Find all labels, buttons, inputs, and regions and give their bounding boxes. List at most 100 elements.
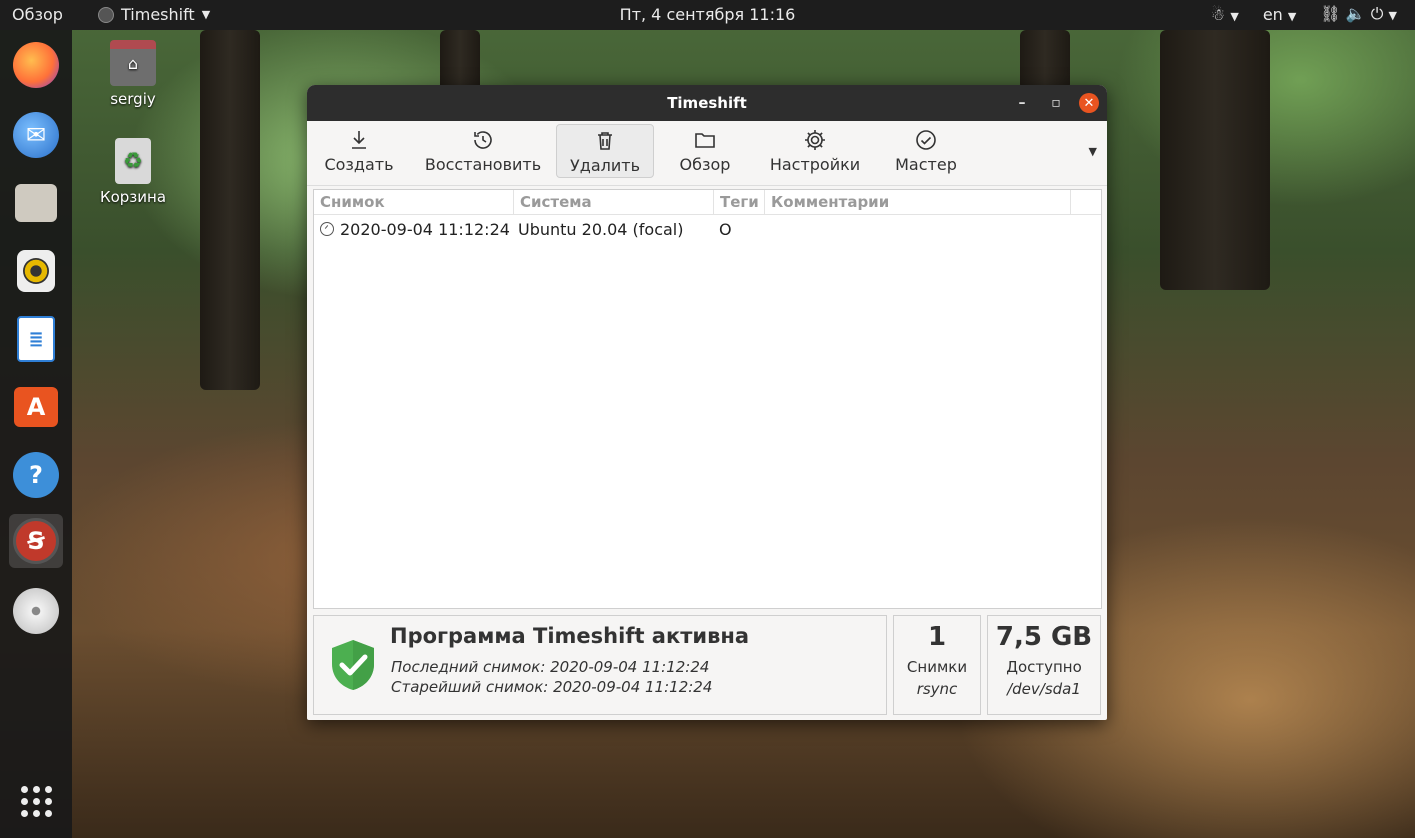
maximize-icon: ▫ [1051, 95, 1061, 111]
column-header-filler [1071, 190, 1101, 214]
dock-item-rhythmbox[interactable] [9, 244, 63, 298]
delete-button[interactable]: Удалить [556, 124, 654, 178]
dock-item-dvd[interactable] [9, 584, 63, 638]
column-header-comments[interactable]: Комментарии [765, 190, 1071, 214]
chevron-down-icon: ▼ [1230, 9, 1239, 23]
software-store-icon: A [14, 387, 58, 427]
chevron-down-icon: ▼ [1088, 145, 1097, 158]
network-icon: ⛓ [1320, 4, 1341, 23]
dock-item-help[interactable]: ? [9, 448, 63, 502]
files-icon [15, 184, 57, 222]
volume-icon: 🔈 [1345, 4, 1366, 23]
dvd-icon [13, 588, 59, 634]
snapshot-cell: 2020-09-04 11:12:24 [314, 215, 514, 245]
folder-icon [695, 133, 715, 148]
restore-button-label: Восстановить [424, 155, 542, 174]
keyboard-layout-menu[interactable]: en ▼ [1263, 5, 1297, 24]
system-tray: ☃ ▼ en ▼ ⛓ 🔈 ⏻ ▼ [1211, 4, 1397, 24]
close-button[interactable]: ✕ [1079, 93, 1099, 113]
settings-button-label: Настройки [769, 155, 861, 174]
gear-icon [805, 130, 825, 150]
desktop-home-label: sergiy [110, 90, 156, 108]
accessibility-menu[interactable]: ☃ ▼ [1211, 5, 1239, 24]
accessibility-icon: ☃ [1210, 4, 1226, 24]
snapshots-count-panel: 1 Снимки rsync [893, 615, 981, 715]
column-header-tags[interactable]: Теги [714, 190, 765, 214]
writer-icon: ≣ [17, 316, 55, 362]
clock-icon [320, 222, 334, 236]
delete-button-label: Удалить [570, 156, 640, 175]
snapshots-mode: rsync [916, 680, 958, 698]
top-bar: Обзор Timeshift ▼ Пт, 4 сентября 11:16 ☃… [0, 0, 1415, 30]
close-icon: ✕ [1083, 95, 1095, 111]
free-space-value: 7,5 GB [995, 622, 1093, 652]
snapshots-label: Снимки [906, 658, 968, 676]
snapshot-list: Снимок Система Теги Комментарии 2020-09-… [313, 189, 1102, 609]
dock-item-files[interactable] [9, 176, 63, 230]
tree-trunk [1160, 30, 1270, 290]
column-header-system[interactable]: Система [514, 190, 714, 214]
oldest-snapshot-text: Старейший снимок: 2020-09-04 11:12:24 [391, 678, 713, 696]
app-grid-icon [20, 785, 52, 817]
create-button[interactable]: Создать [319, 124, 399, 178]
minimize-button[interactable]: – [1011, 93, 1033, 113]
status-panel: Программа Timeshift активна Последний сн… [313, 615, 887, 715]
last-snapshot-text: Последний снимок: 2020-09-04 11:12:24 [391, 658, 710, 676]
chevron-down-icon: ▼ [1388, 9, 1397, 22]
free-space-device: /dev/sda1 [1007, 680, 1081, 698]
help-icon: ? [13, 452, 59, 498]
dock: ✉ ≣ A ? Ꞩ [0, 30, 72, 838]
thunderbird-icon: ✉ [13, 112, 59, 158]
minimize-icon: – [1018, 95, 1026, 111]
check-circle-icon [916, 130, 936, 150]
settings-button[interactable]: Настройки [767, 124, 863, 178]
snapshot-list-header: Снимок Система Теги Комментарии [314, 190, 1101, 215]
dock-item-software[interactable]: A [9, 380, 63, 434]
tree-trunk [1020, 30, 1070, 90]
column-header-snapshot[interactable]: Снимок [314, 190, 514, 214]
maximize-button[interactable]: ▫ [1045, 93, 1067, 113]
dock-item-firefox[interactable] [9, 38, 63, 92]
dock-item-timeshift[interactable]: Ꞩ [9, 514, 63, 568]
desktop-home-folder[interactable]: ⌂ sergiy [88, 40, 178, 108]
status-title: Программа Timeshift активна [390, 624, 750, 648]
browse-button[interactable]: Обзор [669, 124, 741, 178]
shield-check-icon [332, 640, 374, 690]
firefox-icon [13, 42, 59, 88]
chevron-down-icon: ▼ [1287, 9, 1297, 23]
window-title: Timeshift [667, 94, 747, 112]
trash-icon [598, 132, 612, 150]
tags-cell: O [719, 220, 732, 239]
window-titlebar[interactable]: Timeshift – ▫ ✕ [307, 85, 1107, 121]
wizard-button[interactable]: Мастер [887, 124, 965, 178]
show-applications-button[interactable] [9, 774, 63, 828]
system-menu[interactable]: ⛓ 🔈 ⏻ ▼ [1320, 4, 1397, 24]
trash-icon: ♻ [115, 138, 151, 184]
dock-item-thunderbird[interactable]: ✉ [9, 108, 63, 162]
create-button-label: Создать [324, 155, 394, 174]
timeshift-icon: Ꞩ [13, 518, 59, 564]
power-icon: ⏻ [1370, 4, 1384, 23]
desktop-trash-label: Корзина [99, 188, 167, 206]
wizard-button-label: Мастер [895, 155, 957, 174]
home-folder-icon: ⌂ [110, 40, 156, 86]
table-row[interactable]: 2020-09-04 11:12:24 Ubuntu 20.04 (focal)… [314, 215, 1101, 245]
desktop-trash[interactable]: ♻ Корзина [88, 138, 178, 206]
browse-button-label: Обзор [679, 155, 731, 174]
timeshift-window: Timeshift – ▫ ✕ Создать Восстановить Уда… [307, 85, 1107, 720]
tree-trunk [200, 30, 260, 390]
clock[interactable]: Пт, 4 сентября 11:16 [0, 5, 1415, 24]
dock-item-writer[interactable]: ≣ [9, 312, 63, 366]
rhythmbox-icon [17, 250, 55, 292]
toolbar: Создать Восстановить Удалить Обзор Настр… [307, 121, 1107, 186]
restore-button[interactable]: Восстановить [419, 124, 547, 178]
keyboard-layout-label: en [1262, 4, 1283, 24]
snapshot-date: 2020-09-04 11:12:24 [340, 220, 510, 239]
system-cell: Ubuntu 20.04 (focal) [518, 220, 684, 239]
download-icon [352, 131, 366, 149]
free-space-label: Доступно [1006, 658, 1082, 676]
toolbar-overflow-menu[interactable]: ▼ [1089, 145, 1097, 158]
snapshots-count: 1 [927, 622, 947, 652]
free-space-panel: 7,5 GB Доступно /dev/sda1 [987, 615, 1101, 715]
history-icon [474, 131, 492, 149]
